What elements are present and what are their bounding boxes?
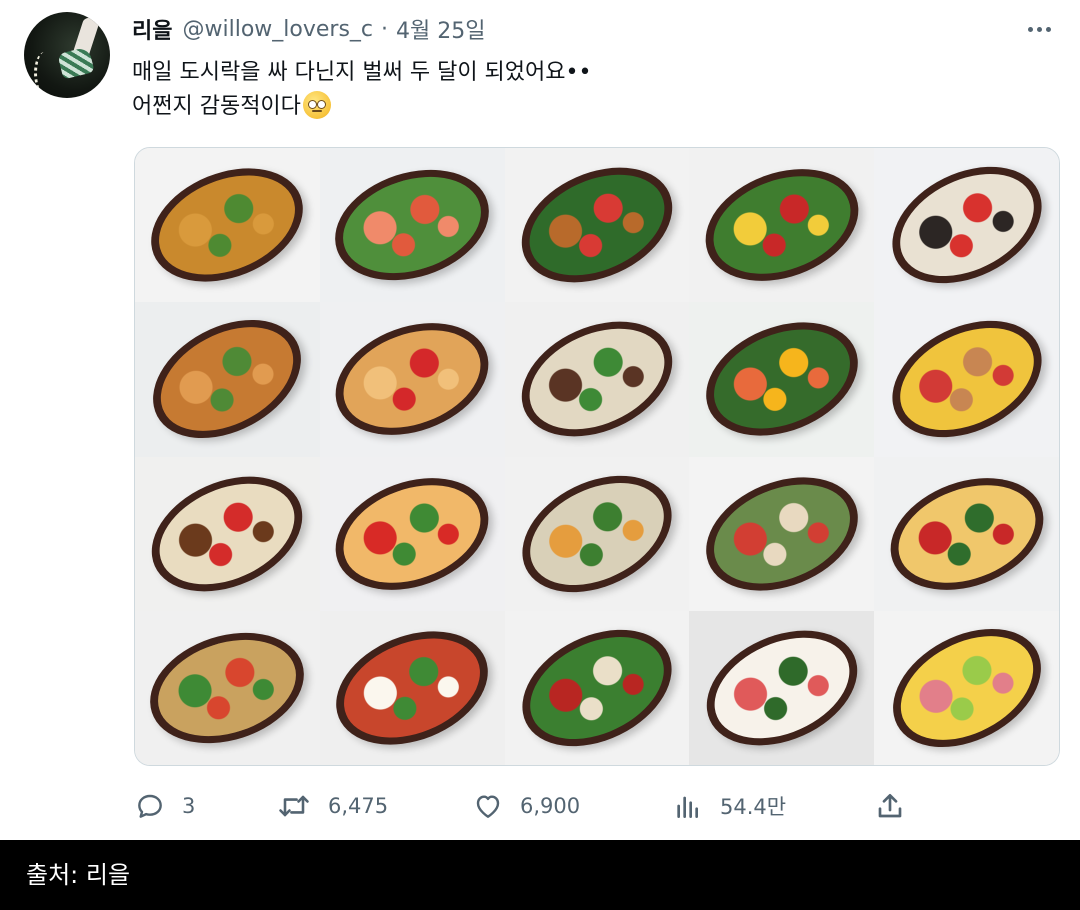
tweet-card: 리을 @willow_lovers_c · 4월 25일 매일 도시락을 싸 다… <box>0 0 1080 840</box>
bento-box <box>320 457 505 610</box>
retweet-count: 6,475 <box>328 794 389 818</box>
lunchbox-photo-16 <box>135 610 320 765</box>
lunchbox-photo-17 <box>319 610 505 765</box>
bento-box <box>874 457 1059 610</box>
media-image-grid[interactable] <box>134 147 1060 766</box>
tweet-header: 리을 @willow_lovers_c · 4월 25일 <box>132 13 485 45</box>
lunchbox-photo-18 <box>504 610 690 765</box>
bento-box <box>319 610 505 765</box>
lunchbox-photo-4 <box>689 148 875 303</box>
bento-box <box>689 302 875 457</box>
share-button[interactable] <box>874 786 906 826</box>
lunchbox-photo-8 <box>504 302 690 457</box>
reply-icon <box>138 794 162 818</box>
author-name[interactable]: 리을 <box>132 13 172 45</box>
avatar-light-trail <box>34 52 55 94</box>
bento-box <box>689 456 875 611</box>
bento-box <box>689 610 875 765</box>
more-options-icon[interactable] <box>1022 16 1056 42</box>
reply-button[interactable]: 3 <box>134 786 195 826</box>
bento-box <box>874 610 1059 765</box>
bento-box <box>135 148 320 303</box>
lunchbox-photo-11 <box>135 456 320 611</box>
lunchbox-photo-15 <box>874 456 1059 611</box>
lunchbox-photo-14 <box>689 456 875 611</box>
retweet-icon <box>279 795 309 817</box>
tweet-text-line-2-text: 어쩐지 감동적이다 <box>132 94 301 119</box>
retweet-button[interactable]: 6,475 <box>276 786 388 826</box>
bento-box <box>320 151 504 299</box>
bento-box <box>504 456 690 611</box>
bento-box <box>504 148 690 303</box>
like-count: 6,900 <box>520 794 581 818</box>
bento-box <box>504 610 690 765</box>
lunchbox-photo-12 <box>319 456 505 611</box>
lunchbox-photo-13 <box>504 456 690 611</box>
bento-box <box>874 302 1059 457</box>
views-button[interactable]: 54.4만 <box>672 786 786 826</box>
tweet-text: 매일 도시락을 싸 다닌지 벌써 두 달이 되었어요•• 어쩐지 감동적이다 <box>132 56 591 124</box>
tweet-date[interactable]: 4월 25일 <box>396 13 485 45</box>
separator-dot: · <box>381 16 388 42</box>
bento-box <box>136 614 319 762</box>
like-button[interactable]: 6,900 <box>472 786 580 826</box>
lunchbox-photo-7 <box>319 302 505 457</box>
face-with-rolling-eyes-icon <box>302 91 331 119</box>
share-icon <box>878 794 902 818</box>
lunchbox-photo-5 <box>874 148 1059 303</box>
bento-box <box>135 456 320 611</box>
bento-box <box>504 302 690 457</box>
tweet-text-line-1: 매일 도시락을 싸 다닌지 벌써 두 달이 되었어요•• <box>132 60 592 85</box>
lunchbox-photo-10 <box>874 302 1059 457</box>
source-caption: 출처: 리을 <box>26 861 131 889</box>
lunchbox-photo-2 <box>319 148 505 303</box>
lunchbox-photo-9 <box>689 302 875 457</box>
lunchbox-photo-3 <box>504 148 690 303</box>
lunchbox-photo-19 <box>689 610 875 765</box>
heart-icon <box>476 795 500 818</box>
bento-box <box>320 303 505 456</box>
views-count: 54.4만 <box>720 795 787 819</box>
reply-count: 3 <box>182 794 196 818</box>
lunchbox-photo-20 <box>874 610 1059 765</box>
action-bar: 3 6,475 6,900 54.4만 <box>134 786 934 826</box>
bento-box <box>874 148 1059 303</box>
bento-box <box>689 149 874 302</box>
lunchbox-photo-6 <box>135 302 320 457</box>
tweet-text-line-2: 어쩐지 감동적이다 <box>132 90 591 124</box>
source-caption-bar: 출처: 리을 <box>0 840 1080 910</box>
bento-box <box>135 302 320 457</box>
avatar[interactable] <box>24 12 110 98</box>
lunchbox-photo-1 <box>135 148 320 303</box>
analytics-bar-icon <box>677 796 698 818</box>
author-handle[interactable]: @willow_lovers_c <box>182 17 373 42</box>
